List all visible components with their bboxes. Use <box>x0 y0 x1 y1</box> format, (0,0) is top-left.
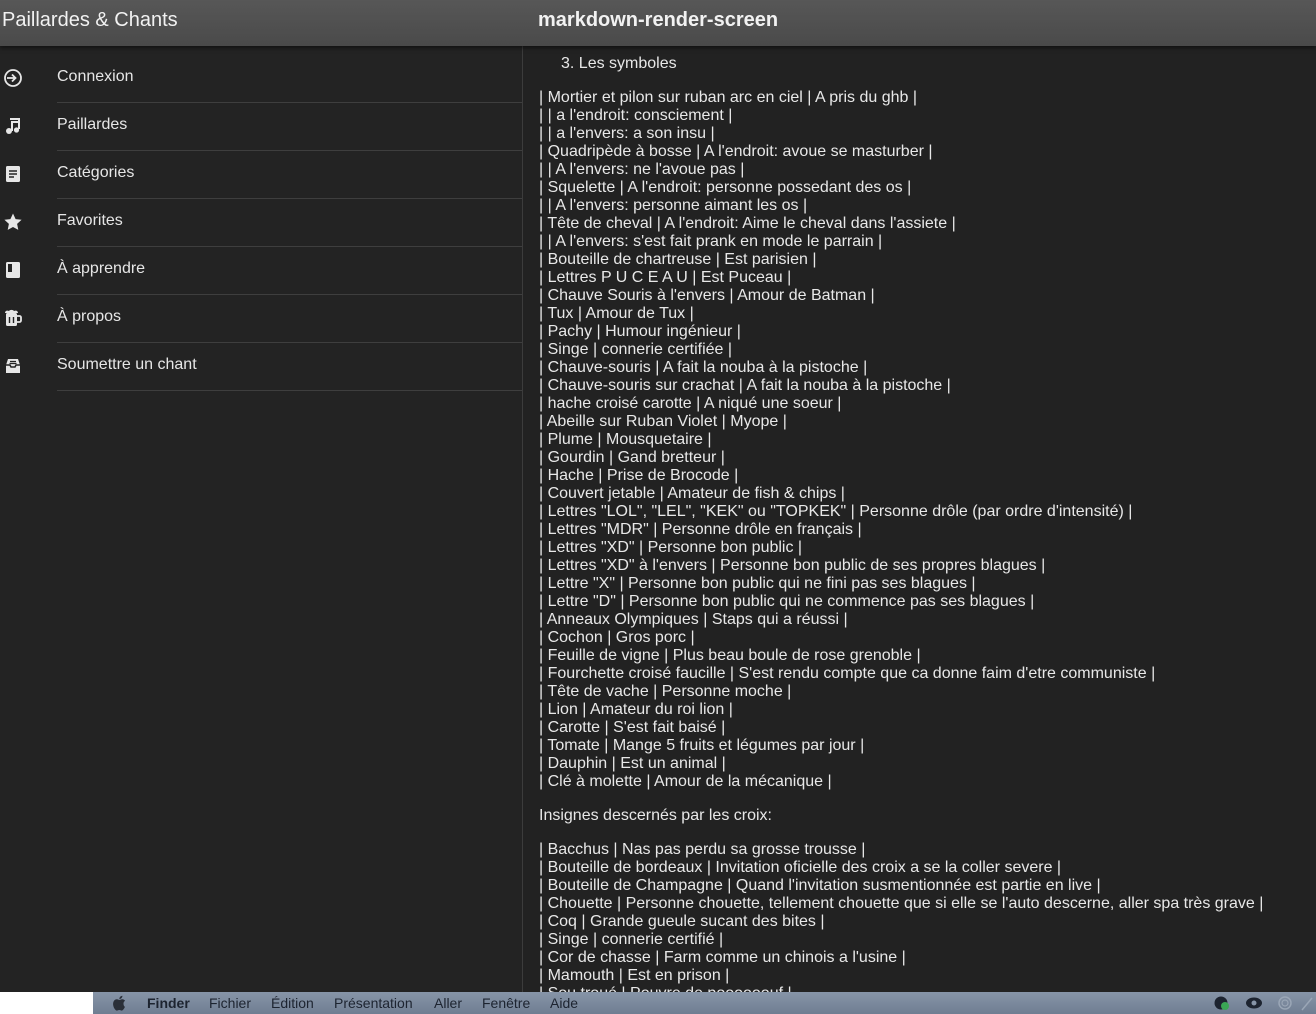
table-row-line: | Clé à molette | Amour de la mécanique … <box>539 773 832 790</box>
sidebar-item-label: Favorites <box>57 212 123 229</box>
table-row-line: | Hache | Prise de Brocode | <box>539 467 739 484</box>
sidebar-item-a-apprendre[interactable]: À apprendre <box>0 247 522 295</box>
table-row-line: | | A l'envers: s'est fait prank en mode… <box>539 233 883 250</box>
feather-icon[interactable] <box>1300 995 1316 1011</box>
table-row-line: | Gourdin | Gand bretteur | <box>539 449 725 466</box>
ordered-list-item: 3. Les symboles <box>561 55 677 72</box>
sidebar-item-label: Connexion <box>57 68 134 85</box>
sidebar-item-soumettre[interactable]: Soumettre un chant <box>0 343 522 391</box>
table-row-line: | Bacchus | Nas pas perdu sa grosse trou… <box>539 841 866 858</box>
table-row-line: | Cochon | Gros porc | <box>539 629 695 646</box>
system-menubar: Finder Fichier Édition Présentation Alle… <box>0 992 1316 1014</box>
table-row-line: | Singe | connerie certifiée | <box>539 341 733 358</box>
table-row-line: | Tête de vache | Personne moche | <box>539 683 792 700</box>
document-icon <box>2 163 24 185</box>
menu-fenetre[interactable]: Fenêtre <box>482 995 530 1011</box>
sidebar-item-label: Catégories <box>57 164 135 181</box>
table-row-line: | Carotte | S'est fait baisé | <box>539 719 726 736</box>
table-row-line: | Chauve-souris | A fait la nouba à la p… <box>539 359 868 376</box>
menu-finder[interactable]: Finder <box>147 995 190 1011</box>
sidebar-item-paillardes[interactable]: Paillardes <box>0 103 522 151</box>
book-icon <box>2 259 24 281</box>
table-row-line: | Lettre "D" | Personne bon public qui n… <box>539 593 1035 610</box>
table-row-line: | | a l'envers: a son insu | <box>539 125 715 142</box>
apple-menu-icon[interactable] <box>112 995 126 1011</box>
table-row-line: | | A l'envers: personne aimant les os | <box>539 197 808 214</box>
table-row-line: | Fourchette croisé faucille | S'est ren… <box>539 665 1156 682</box>
table-row-line: | Lettres "XD" à l'envers | Personne bon… <box>539 557 1046 574</box>
sidebar-item-connexion[interactable]: Connexion <box>0 55 522 103</box>
app-title: Paillardes & Chants <box>2 9 178 31</box>
login-icon <box>2 67 24 89</box>
table-row-line: | Singe | connerie certifié | <box>539 931 724 948</box>
symbols-paragraph: | Mortier et pilon sur ruban arc en ciel… <box>539 89 1316 791</box>
status-app-icon[interactable] <box>1213 995 1231 1011</box>
menu-aide[interactable]: Aide <box>550 995 578 1011</box>
sync-status-icon[interactable] <box>1276 995 1294 1011</box>
sidebar-item-label: À apprendre <box>57 260 146 277</box>
table-row-line: | Feuille de vigne | Plus beau boule de … <box>539 647 921 664</box>
divider <box>57 390 522 391</box>
table-row-line: | Anneaux Olympiques | Staps qui a réuss… <box>539 611 848 628</box>
table-row-line: | Bouteille de chartreuse | Est parisien… <box>539 251 817 268</box>
table-row-line: | Sou troué | Pouvre de poooooouf | <box>539 985 1316 992</box>
star-icon <box>2 211 24 233</box>
table-row-line: | Bouteille de Champagne | Quand l'invit… <box>539 877 1101 894</box>
blank-area <box>0 992 93 1014</box>
menu-aller[interactable]: Aller <box>434 995 462 1011</box>
table-row-line: | Cor de chasse | Farm comme un chinois … <box>539 949 906 966</box>
beer-mug-icon <box>2 307 24 329</box>
table-row-line: | Tête de cheval | A l'endroit: Aime le … <box>539 215 956 232</box>
table-row-line: | Mamouth | Est en prison | <box>539 967 730 984</box>
menu-fichier[interactable]: Fichier <box>209 995 251 1011</box>
markdown-content: 3. Les symboles | Mortier et pilon sur r… <box>523 46 1316 992</box>
sidebar-item-favorites[interactable]: Favorites <box>0 199 522 247</box>
sidebar-item-a-propos[interactable]: À propos <box>0 295 522 343</box>
music-note-icon <box>2 115 24 137</box>
sidebar-item-label: Paillardes <box>57 116 128 133</box>
table-row-line: | Chauve Souris à l'envers | Amour de Ba… <box>539 287 875 304</box>
menu-edition[interactable]: Édition <box>271 995 314 1011</box>
table-row-line: | Chouette | Personne chouette, tellemen… <box>539 895 1264 912</box>
table-row-line: | Plume | Mousquetaire | <box>539 431 712 448</box>
sidebar-item-label: Soumettre un chant <box>57 356 197 373</box>
menu-presentation[interactable]: Présentation <box>334 995 413 1011</box>
table-row-line: | Lettres "XD" | Personne bon public | <box>539 539 803 556</box>
inbox-icon <box>2 355 24 377</box>
table-row-line: | Lettres "LOL", "LEL", "KEK" ou "TOPKEK… <box>539 503 1133 520</box>
table-row-line: | Mortier et pilon sur ruban arc en ciel… <box>539 89 917 106</box>
sidebar-item-categories[interactable]: Catégories <box>0 151 522 199</box>
table-row-line: | Chauve-souris sur crachat | A fait la … <box>539 377 951 394</box>
sidebar-item-label: À propos <box>57 308 122 325</box>
table-row-line: | Lettres "MDR" | Personne drôle en fran… <box>539 521 862 538</box>
table-row-line: | Lion | Amateur du roi lion | <box>539 701 733 718</box>
table-row-line: | Tux | Amour de Tux | <box>539 305 694 322</box>
table-row-line: | Coq | Grande gueule sucant des bites | <box>539 913 825 930</box>
sidebar: Connexion Paillardes Catégories Favorite… <box>0 46 522 992</box>
table-row-line: | | A l'envers: ne l'avoue pas | <box>539 161 745 178</box>
table-row-line: | Bouteille de bordeaux | Invitation ofi… <box>539 859 1062 876</box>
croix-paragraph: | Bacchus | Nas pas perdu sa grosse trou… <box>539 841 1316 992</box>
table-row-line: | Tomate | Mange 5 fruits et légumes par… <box>539 737 865 754</box>
creative-cloud-icon[interactable] <box>1245 995 1263 1011</box>
table-row-line: | Squelette | A l'endroit: personne poss… <box>539 179 912 196</box>
table-row-line: | Pachy | Humour ingénieur | <box>539 323 741 340</box>
table-row-line: | Lettres P U C E A U | Est Puceau | <box>539 269 792 286</box>
app-header: Paillardes & Chants markdown-render-scre… <box>0 0 1316 46</box>
table-row-line: | Couvert jetable | Amateur de fish & ch… <box>539 485 845 502</box>
table-row-line: | Quadripède à bosse | A l'endroit: avou… <box>539 143 933 160</box>
table-row-line: | Dauphin | Est un animal | <box>539 755 726 772</box>
croix-heading: Insignes descernés par les croix: <box>539 807 772 824</box>
table-row-line: | Lettre "X" | Personne bon public qui n… <box>539 575 976 592</box>
table-row-line: | hache croisé carotte | A niqué une soe… <box>539 395 842 412</box>
table-row-line: | Abeille sur Ruban Violet | Myope | <box>539 413 787 430</box>
table-row-line: | | a l'endroit: consciement | <box>539 107 733 124</box>
screen-title: markdown-render-screen <box>538 9 779 31</box>
